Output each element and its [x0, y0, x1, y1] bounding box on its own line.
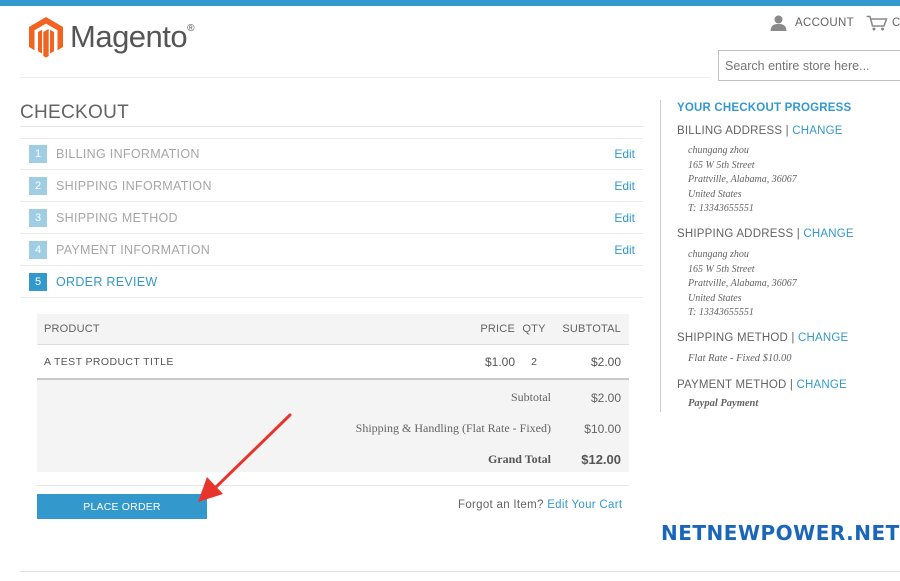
- step-number: 1: [29, 145, 47, 163]
- step-label: ORDER REVIEW: [56, 274, 158, 289]
- billing-address-heading: BILLING ADDRESS | CHANGE: [677, 125, 843, 137]
- user-icon: [770, 15, 787, 31]
- totals-row: Subtotal $2.00: [37, 382, 629, 413]
- payment-method-heading: PAYMENT METHOD | CHANGE: [677, 379, 847, 391]
- magento-logo-icon: [29, 17, 63, 58]
- step-number: 2: [29, 176, 47, 195]
- change-payment-link[interactable]: CHANGE: [797, 379, 847, 391]
- red-arrow-annotation-icon: [198, 413, 292, 502]
- account-link[interactable]: ACCOUNT: [770, 15, 854, 31]
- step-order-review: 5 ORDER REVIEW: [20, 266, 643, 298]
- edit-shipping-link[interactable]: Edit: [614, 179, 635, 193]
- product-qty: 2: [531, 355, 537, 368]
- account-label: ACCOUNT: [795, 17, 854, 29]
- checkout-progress-sidebar: YOUR CHECKOUT PROGRESS BILLING ADDRESS |…: [660, 100, 900, 412]
- footer-divider: [20, 571, 900, 572]
- totals-row: Shipping & Handling (Flat Rate - Fixed) …: [37, 413, 629, 444]
- buttons-divider: [37, 485, 629, 486]
- grand-total-row: Grand Total $12.00: [37, 444, 629, 475]
- column-qty: QTY: [522, 323, 546, 335]
- step-billing-information[interactable]: 1 BILLING INFORMATION Edit: [20, 138, 643, 170]
- watermark: NETNEWPOWER.NET: [661, 521, 900, 545]
- edit-billing-link[interactable]: Edit: [614, 147, 635, 161]
- column-subtotal: SUBTOTAL: [562, 323, 621, 335]
- cart-icon: [866, 15, 888, 31]
- billing-address: chungang zhou 165 W 5th Street Prattvill…: [688, 145, 797, 214]
- step-label: PAYMENT INFORMATION: [56, 242, 211, 257]
- page-title: CHECKOUT: [20, 102, 130, 123]
- header-divider: [20, 77, 710, 78]
- shipping-address-heading: SHIPPING ADDRESS | CHANGE: [677, 228, 854, 240]
- edit-payment-link[interactable]: Edit: [614, 243, 635, 257]
- forgot-item-text: Forgot an Item? Edit Your Cart: [458, 499, 622, 511]
- step-label: BILLING INFORMATION: [56, 147, 200, 161]
- column-product: PRODUCT: [44, 323, 100, 335]
- table-row: A TEST PRODUCT TITLE $1.00 2 $2.00: [37, 344, 629, 380]
- change-billing-link[interactable]: CHANGE: [792, 125, 842, 137]
- change-shipping-link[interactable]: CHANGE: [803, 228, 853, 240]
- title-divider: [20, 126, 643, 127]
- checkout-steps: 1 BILLING INFORMATION Edit 2 SHIPPING IN…: [20, 138, 643, 298]
- totals-label: Subtotal: [510, 390, 551, 404]
- step-shipping-method[interactable]: 3 SHIPPING METHOD Edit: [20, 202, 643, 234]
- change-shipping-method-link[interactable]: CHANGE: [798, 332, 848, 344]
- product-name: A TEST PRODUCT TITLE: [44, 355, 174, 368]
- step-label: SHIPPING INFORMATION: [56, 178, 212, 193]
- search-input[interactable]: [718, 50, 900, 81]
- forgot-label: Forgot an Item?: [458, 499, 544, 511]
- step-number: 4: [29, 240, 47, 259]
- shipping-address: chungang zhou 165 W 5th Street Prattvill…: [688, 249, 797, 318]
- table-header: PRODUCT PRICE QTY SUBTOTAL: [37, 314, 629, 344]
- totals-value: $2.00: [590, 390, 621, 405]
- grand-total-value: $12.00: [581, 452, 621, 467]
- payment-method-value: Paypal Payment: [688, 398, 759, 409]
- step-shipping-information[interactable]: 2 SHIPPING INFORMATION Edit: [20, 170, 643, 202]
- step-payment-information[interactable]: 4 PAYMENT INFORMATION Edit: [20, 234, 643, 266]
- totals-value: $10.00: [584, 421, 621, 436]
- product-price: $1.00: [484, 354, 515, 369]
- step-label: SHIPPING METHOD: [56, 210, 178, 225]
- edit-shipping-method-link[interactable]: Edit: [614, 211, 635, 225]
- place-order-button[interactable]: PLACE ORDER: [37, 494, 207, 519]
- step-number: 3: [29, 208, 47, 227]
- sidebar-title: YOUR CHECKOUT PROGRESS: [677, 102, 852, 114]
- edit-cart-link[interactable]: Edit Your Cart: [547, 499, 622, 511]
- shipping-method-value: Flat Rate - Fixed $10.00: [688, 353, 792, 364]
- shipping-method-heading: SHIPPING METHOD | CHANGE: [677, 332, 849, 344]
- top-accent-bar: [0, 0, 900, 6]
- logo-text: Magento®: [70, 19, 195, 54]
- order-review-table: PRODUCT PRICE QTY SUBTOTAL A TEST PRODUC…: [37, 314, 629, 472]
- column-price: PRICE: [480, 323, 515, 335]
- cart-label: C: [892, 17, 900, 29]
- product-subtotal: $2.00: [590, 354, 621, 369]
- cart-link[interactable]: C: [866, 15, 900, 31]
- order-totals: Subtotal $2.00 Shipping & Handling (Flat…: [37, 380, 629, 472]
- magento-logo[interactable]: Magento®: [28, 16, 195, 58]
- step-number: 5: [29, 272, 47, 291]
